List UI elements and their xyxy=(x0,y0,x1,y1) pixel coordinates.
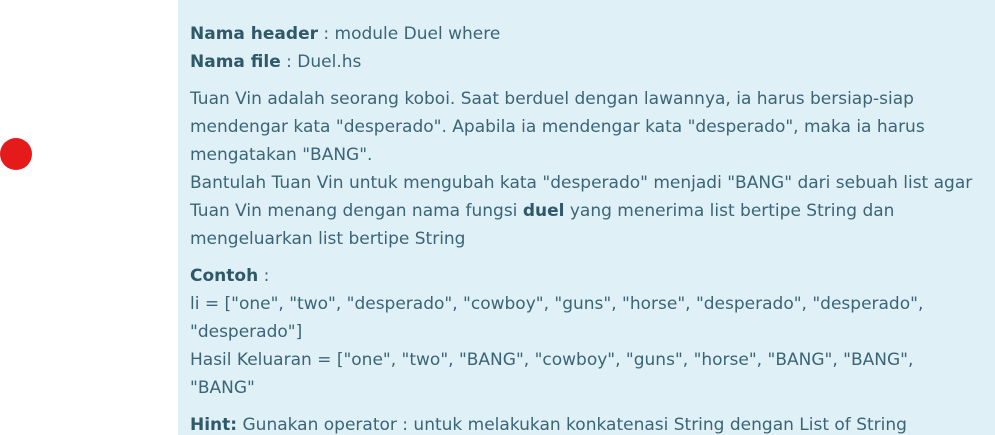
header-name-line: Nama header : module Duel where xyxy=(190,20,981,48)
example-section: Contoh : li = ["one", "two", "desperado"… xyxy=(190,262,981,402)
hint-label: Hint: xyxy=(190,415,238,435)
example-output-line: Hasil Keluaran = ["one", "two", "BANG", … xyxy=(190,350,914,398)
description-line: mengatakan "BANG". xyxy=(190,145,373,165)
header-name-label: Nama header xyxy=(190,24,318,44)
page: Nama header : module Duel where Nama fil… xyxy=(0,0,995,435)
example-input-line: "desperado"] xyxy=(190,322,303,342)
description-text: yang menerima list bertipe String dan xyxy=(564,201,895,221)
description-line: Bantulah Tuan Vin untuk mengubah kata "d… xyxy=(190,173,973,193)
function-name: duel xyxy=(522,201,565,221)
module-info: Nama header : module Duel where Nama fil… xyxy=(190,20,981,76)
file-name-label: Nama file xyxy=(190,52,281,72)
description-text: Tuan Vin menang dengan nama fungsi xyxy=(190,201,523,221)
red-dot-marker xyxy=(0,138,32,170)
problem-panel: Nama header : module Duel where Nama fil… xyxy=(178,0,995,435)
example-input-line: li = ["one", "two", "desperado", "cowboy… xyxy=(190,294,924,314)
example-heading: Contoh : xyxy=(190,262,981,290)
file-name-value: : Duel.hs xyxy=(280,52,362,72)
example-label: Contoh xyxy=(190,266,259,286)
example-label-suffix: : xyxy=(258,266,270,286)
hint-section: Hint: Gunakan operator : untuk melakukan… xyxy=(190,411,981,435)
description: Tuan Vin adalah seorang koboi. Saat berd… xyxy=(190,85,981,253)
description-line: mengeluarkan list bertipe String xyxy=(190,229,466,249)
description-line: Tuan Vin adalah seorang koboi. Saat berd… xyxy=(190,89,914,109)
file-name-line: Nama file : Duel.hs xyxy=(190,48,981,76)
description-line: Tuan Vin menang dengan nama fungsi duel … xyxy=(190,197,981,225)
header-name-value: : module Duel where xyxy=(318,24,501,44)
description-line: mendengar kata "desperado". Apabila ia m… xyxy=(190,117,925,137)
hint-text: Gunakan operator : untuk melakukan konka… xyxy=(237,415,907,435)
